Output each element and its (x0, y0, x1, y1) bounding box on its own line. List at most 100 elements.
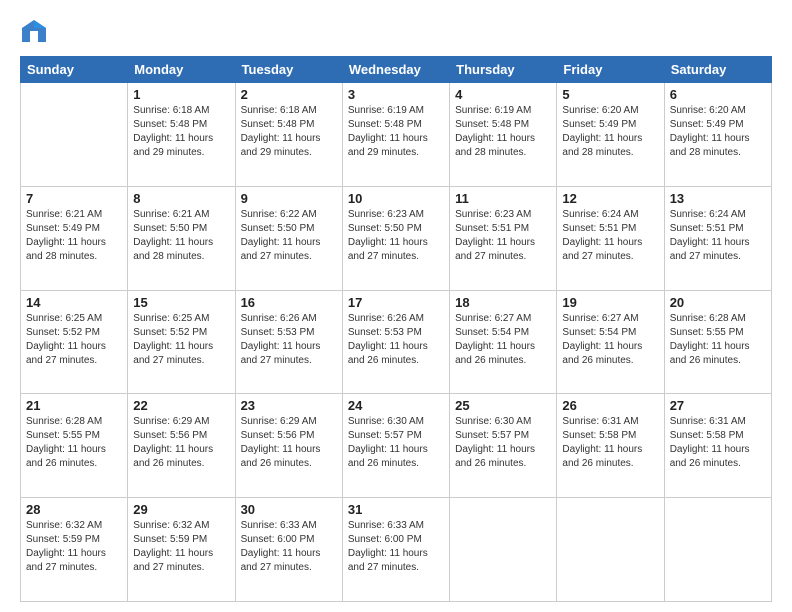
day-number: 2 (241, 87, 337, 102)
calendar-week-row: 21 Sunrise: 6:28 AM Sunset: 5:55 PM Dayli… (21, 394, 772, 498)
logo-icon (20, 18, 48, 46)
day-info: Sunrise: 6:33 AM Sunset: 6:00 PM Dayligh… (348, 519, 444, 575)
calendar-cell: 6Sunrise: 6:20 AM Sunset: 5:49 PM Daylig… (664, 83, 771, 187)
calendar-cell: 1 Sunrise: 6:18 AM Sunset: 5:48 PM Daylig… (128, 83, 235, 187)
day-number: 20 (670, 295, 766, 310)
calendar-cell: 13Sunrise: 6:24 AM Sunset: 5:51 PM Dayli… (664, 186, 771, 290)
calendar-cell: 18 Sunrise: 6:27 AM Sunset: 5:54 PM Dayli… (450, 290, 557, 394)
day-info: Sunrise: 6:32 AM Sunset: 5:59 PM Dayligh… (133, 519, 229, 575)
col-wednesday: Wednesday (342, 57, 449, 83)
calendar-week-row: 14 Sunrise: 6:25 AM Sunset: 5:52 PM Dayli… (21, 290, 772, 394)
calendar-cell: 8 Sunrise: 6:21 AM Sunset: 5:50 PM Daylig… (128, 186, 235, 290)
day-info: Sunrise: 6:31 AM Sunset: 5:58 PM Dayligh… (562, 415, 658, 471)
day-number: 5 (562, 87, 658, 102)
header (20, 18, 772, 46)
day-number: 9 (241, 191, 337, 206)
calendar-table: Sunday Monday Tuesday Wednesday Thursday… (20, 56, 772, 602)
day-info: Sunrise: 6:22 AM Sunset: 5:50 PM Dayligh… (241, 208, 337, 264)
day-number: 8 (133, 191, 229, 206)
calendar-cell: 21 Sunrise: 6:28 AM Sunset: 5:55 PM Dayli… (21, 394, 128, 498)
day-info: Sunrise: 6:32 AM Sunset: 5:59 PM Dayligh… (26, 519, 122, 575)
day-info: Sunrise: 6:25 AM Sunset: 5:52 PM Dayligh… (133, 312, 229, 368)
calendar-cell: 14Sunrise: 6:25 AM Sunset: 5:52 PM Dayli… (21, 290, 128, 394)
day-info: Sunrise: 6:23 AM Sunset: 5:50 PM Dayligh… (348, 208, 444, 264)
calendar-cell: 11 Sunrise: 6:23 AM Sunset: 5:51 PM Dayli… (450, 186, 557, 290)
day-info: Sunrise: 6:27 AM Sunset: 5:54 PM Dayligh… (455, 312, 551, 368)
calendar-cell: 31 Sunrise: 6:33 AM Sunset: 6:00 PM Dayli… (342, 498, 449, 602)
day-info: Sunrise: 6:33 AM Sunset: 6:00 PM Dayligh… (241, 519, 337, 575)
day-number: 11 (455, 191, 551, 206)
calendar-cell: 30 Sunrise: 6:33 AM Sunset: 6:00 PM Dayli… (235, 498, 342, 602)
calendar-cell (557, 498, 664, 602)
day-number: 4 (455, 87, 551, 102)
col-monday: Monday (128, 57, 235, 83)
day-number: 24 (348, 398, 444, 413)
logo (20, 18, 52, 46)
day-number: 26 (562, 398, 658, 413)
day-info: Sunrise: 6:24 AM Sunset: 5:51 PM Dayligh… (562, 208, 658, 264)
col-tuesday: Tuesday (235, 57, 342, 83)
calendar-week-row: 28Sunrise: 6:32 AM Sunset: 5:59 PM Dayli… (21, 498, 772, 602)
day-number: 23 (241, 398, 337, 413)
day-number: 15 (133, 295, 229, 310)
day-info: Sunrise: 6:23 AM Sunset: 5:51 PM Dayligh… (455, 208, 551, 264)
calendar-cell: 9 Sunrise: 6:22 AM Sunset: 5:50 PM Daylig… (235, 186, 342, 290)
day-info: Sunrise: 6:27 AM Sunset: 5:54 PM Dayligh… (562, 312, 658, 368)
day-number: 25 (455, 398, 551, 413)
calendar-cell (21, 83, 128, 187)
calendar-cell: 5 Sunrise: 6:20 AM Sunset: 5:49 PM Daylig… (557, 83, 664, 187)
day-info: Sunrise: 6:21 AM Sunset: 5:49 PM Dayligh… (26, 208, 122, 264)
calendar-cell: 4 Sunrise: 6:19 AM Sunset: 5:48 PM Daylig… (450, 83, 557, 187)
day-info: Sunrise: 6:26 AM Sunset: 5:53 PM Dayligh… (348, 312, 444, 368)
calendar-cell: 23Sunrise: 6:29 AM Sunset: 5:56 PM Dayli… (235, 394, 342, 498)
col-friday: Friday (557, 57, 664, 83)
day-info: Sunrise: 6:18 AM Sunset: 5:48 PM Dayligh… (133, 104, 229, 160)
calendar-cell: 20Sunrise: 6:28 AM Sunset: 5:55 PM Dayli… (664, 290, 771, 394)
day-info: Sunrise: 6:20 AM Sunset: 5:49 PM Dayligh… (562, 104, 658, 160)
day-info: Sunrise: 6:19 AM Sunset: 5:48 PM Dayligh… (348, 104, 444, 160)
day-info: Sunrise: 6:26 AM Sunset: 5:53 PM Dayligh… (241, 312, 337, 368)
col-thursday: Thursday (450, 57, 557, 83)
day-number: 1 (133, 87, 229, 102)
page: Sunday Monday Tuesday Wednesday Thursday… (0, 0, 792, 612)
calendar-cell: 10 Sunrise: 6:23 AM Sunset: 5:50 PM Dayli… (342, 186, 449, 290)
day-info: Sunrise: 6:21 AM Sunset: 5:50 PM Dayligh… (133, 208, 229, 264)
calendar-cell: 26 Sunrise: 6:31 AM Sunset: 5:58 PM Dayli… (557, 394, 664, 498)
day-number: 10 (348, 191, 444, 206)
day-number: 18 (455, 295, 551, 310)
col-saturday: Saturday (664, 57, 771, 83)
day-number: 31 (348, 502, 444, 517)
day-number: 19 (562, 295, 658, 310)
calendar-cell: 16 Sunrise: 6:26 AM Sunset: 5:53 PM Dayli… (235, 290, 342, 394)
day-info: Sunrise: 6:18 AM Sunset: 5:48 PM Dayligh… (241, 104, 337, 160)
calendar-cell (664, 498, 771, 602)
day-info: Sunrise: 6:19 AM Sunset: 5:48 PM Dayligh… (455, 104, 551, 160)
day-number: 27 (670, 398, 766, 413)
calendar-cell (450, 498, 557, 602)
calendar-cell: 17Sunrise: 6:26 AM Sunset: 5:53 PM Dayli… (342, 290, 449, 394)
calendar-cell: 28Sunrise: 6:32 AM Sunset: 5:59 PM Dayli… (21, 498, 128, 602)
calendar-cell: 29 Sunrise: 6:32 AM Sunset: 5:59 PM Dayli… (128, 498, 235, 602)
day-number: 6 (670, 87, 766, 102)
calendar-cell: 7Sunrise: 6:21 AM Sunset: 5:49 PM Daylig… (21, 186, 128, 290)
day-info: Sunrise: 6:24 AM Sunset: 5:51 PM Dayligh… (670, 208, 766, 264)
day-number: 22 (133, 398, 229, 413)
day-info: Sunrise: 6:28 AM Sunset: 5:55 PM Dayligh… (26, 415, 122, 471)
day-number: 16 (241, 295, 337, 310)
calendar-cell: 19 Sunrise: 6:27 AM Sunset: 5:54 PM Dayli… (557, 290, 664, 394)
calendar-cell: 27 Sunrise: 6:31 AM Sunset: 5:58 PM Dayli… (664, 394, 771, 498)
day-number: 30 (241, 502, 337, 517)
day-number: 14 (26, 295, 122, 310)
day-number: 3 (348, 87, 444, 102)
day-number: 29 (133, 502, 229, 517)
day-info: Sunrise: 6:31 AM Sunset: 5:58 PM Dayligh… (670, 415, 766, 471)
calendar-header-row: Sunday Monday Tuesday Wednesday Thursday… (21, 57, 772, 83)
day-info: Sunrise: 6:30 AM Sunset: 5:57 PM Dayligh… (455, 415, 551, 471)
calendar-week-row: 1 Sunrise: 6:18 AM Sunset: 5:48 PM Daylig… (21, 83, 772, 187)
day-info: Sunrise: 6:30 AM Sunset: 5:57 PM Dayligh… (348, 415, 444, 471)
calendar-cell: 3 Sunrise: 6:19 AM Sunset: 5:48 PM Daylig… (342, 83, 449, 187)
col-sunday: Sunday (21, 57, 128, 83)
day-info: Sunrise: 6:29 AM Sunset: 5:56 PM Dayligh… (133, 415, 229, 471)
day-number: 21 (26, 398, 122, 413)
calendar-cell: 22 Sunrise: 6:29 AM Sunset: 5:56 PM Dayli… (128, 394, 235, 498)
